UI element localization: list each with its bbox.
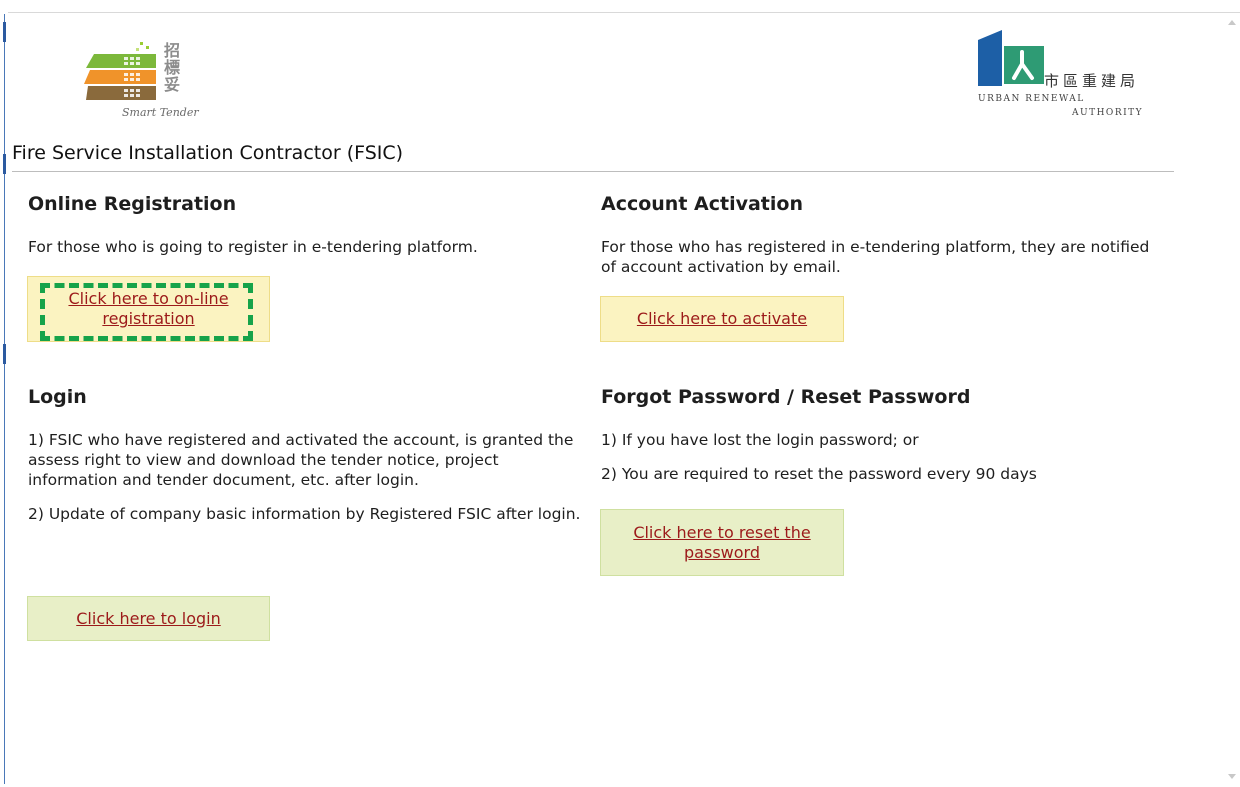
top-border (8, 12, 1240, 13)
edge-marker (3, 22, 6, 42)
edge-marker (3, 154, 6, 174)
online-registration-section: Online Registration For those who is goi… (28, 193, 588, 271)
login-text-1: 1) FSIC who have registered and activate… (28, 431, 574, 489)
login-button[interactable]: Click here to login (27, 596, 270, 641)
smart-tender-chinese-name: 招標妥 (164, 41, 181, 94)
account-activation-section: Account Activation For those who has reg… (601, 193, 1161, 291)
account-activation-heading: Account Activation (601, 193, 803, 215)
ura-mark-icon (978, 30, 1044, 86)
smart-tender-english-name: Smart Tender (122, 106, 199, 119)
forgot-password-heading: Forgot Password / Reset Password (601, 386, 971, 408)
online-registration-heading: Online Registration (28, 193, 237, 215)
ura-english-name-line2: AUTHORITY (1072, 108, 1144, 118)
login-section: Login 1) FSIC who have registered and ac… (28, 386, 584, 538)
ura-english-name-line1: URBAN RENEWAL (978, 94, 1085, 104)
forgot-password-text-1: 1) If you have lost the login password; … (601, 431, 919, 449)
scroll-down-arrow-icon[interactable] (1228, 774, 1236, 779)
login-heading: Login (28, 386, 87, 408)
scroll-up-arrow-icon[interactable] (1228, 20, 1236, 25)
page-frame: 招標妥 Smart Tender 市區重建局 URBAN RENEWAL AUT… (0, 0, 1240, 787)
smart-tender-logo: 招標妥 Smart Tender (84, 34, 199, 120)
ura-chinese-name: 市區重建局 (1044, 72, 1140, 90)
page-title: Fire Service Installation Contractor (FS… (12, 142, 404, 164)
online-registration-text: For those who is going to register in e-… (28, 238, 478, 256)
forgot-password-section: Forgot Password / Reset Password 1) If y… (601, 386, 1161, 498)
window-left-edge (3, 14, 9, 784)
edge-marker (3, 344, 6, 364)
smart-tender-bars-icon (84, 42, 156, 100)
ura-logo: 市區重建局 URBAN RENEWAL AUTHORITY (972, 28, 1172, 124)
account-activation-text: For those who has registered in e-tender… (601, 238, 1150, 276)
title-divider (12, 171, 1174, 172)
activate-account-button[interactable]: Click here to activate (600, 296, 844, 342)
reset-password-button[interactable]: Click here to reset the password (600, 509, 844, 576)
highlight-annotation (40, 283, 253, 341)
forgot-password-text-2: 2) You are required to reset the passwor… (601, 465, 1037, 483)
login-text-2: 2) Update of company basic information b… (28, 505, 581, 523)
